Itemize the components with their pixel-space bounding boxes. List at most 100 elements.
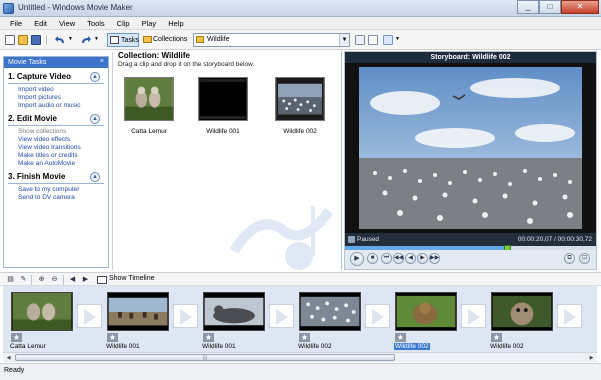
storyboard-clip[interactable]: ★ Catta Lemur <box>7 290 77 350</box>
chevron-down-icon[interactable]: ▼ <box>339 34 349 46</box>
new-project-icon[interactable] <box>5 35 15 45</box>
menu-file[interactable]: File <box>4 17 28 29</box>
effect-star-icon[interactable]: ★ <box>203 333 214 342</box>
menu-clip[interactable]: Clip <box>111 17 136 29</box>
save-project-icon[interactable] <box>31 35 41 45</box>
redo-dropdown-icon[interactable]: ▼ <box>94 33 99 47</box>
undo-dropdown-icon[interactable]: ▼ <box>68 33 73 47</box>
import-pictures-link[interactable]: Import pictures <box>8 94 108 102</box>
collection-select[interactable]: Wildlife ▼ <box>193 33 350 47</box>
send-to-dv-camera-link[interactable]: Send to DV camera <box>8 194 108 202</box>
storyboard-clip[interactable]: ★ Wildlife 002 <box>487 290 557 350</box>
storyboard-clip[interactable]: ★ Wildlife 001 <box>199 290 269 350</box>
collapse-chevron-icon[interactable]: ▲ <box>90 172 100 182</box>
view-video-transitions-link[interactable]: View video transitions <box>8 144 108 152</box>
collection-title: Collection: Wildlife <box>118 51 190 60</box>
save-to-computer-link[interactable]: Save to my computer <box>8 186 108 194</box>
transition-slot[interactable] <box>461 304 486 328</box>
menu-bar: File Edit View Tools Clip Play Help <box>0 17 601 30</box>
storyboard-clip[interactable]: ★ Wildlife 002 <box>295 290 365 350</box>
close-button[interactable]: ✕ <box>561 0 599 14</box>
effect-star-icon[interactable]: ★ <box>107 333 118 342</box>
maximize-button[interactable]: □ <box>539 0 561 14</box>
clip-label: Wildlife 002 <box>298 343 332 350</box>
effect-star-icon[interactable]: ★ <box>299 333 310 342</box>
movie-tasks-pane: Movie Tasks × 1. Capture Video ▲ Import … <box>3 56 109 268</box>
menu-help[interactable]: Help <box>162 17 189 29</box>
transition-slot[interactable] <box>557 304 582 328</box>
clip-thumbnail <box>299 292 361 331</box>
undo-icon[interactable] <box>54 35 66 45</box>
transition-slot[interactable] <box>173 304 198 328</box>
rewind-storyboard-icon[interactable]: ◀ <box>68 275 77 284</box>
tasks-button[interactable]: Tasks <box>107 33 139 47</box>
zoom-out-icon[interactable]: ⊖ <box>50 275 59 284</box>
scroll-left-icon[interactable]: ◀ <box>4 354 13 362</box>
clip-label: Wildlife 001 <box>206 128 240 135</box>
close-icon[interactable]: × <box>100 58 104 65</box>
effect-star-icon[interactable]: ★ <box>11 333 22 342</box>
rewind-button[interactable]: ⏮ <box>381 253 392 264</box>
menu-tools[interactable]: Tools <box>81 17 111 29</box>
take-picture-button[interactable]: ⊡ <box>579 253 590 264</box>
play-storyboard-icon[interactable]: ▶ <box>81 275 90 284</box>
scrollbar-thumb[interactable]: ||| <box>15 354 395 361</box>
step-forward-button[interactable]: ▶ <box>417 253 428 264</box>
transition-slot[interactable] <box>365 304 390 328</box>
transition-slot[interactable] <box>269 304 294 328</box>
clip-label: Catta Lemur <box>131 128 167 135</box>
import-audio-link[interactable]: Import audio or music <box>8 102 108 110</box>
up-folder-icon[interactable] <box>355 35 365 45</box>
zoom-in-icon[interactable]: ⊕ <box>37 275 46 284</box>
views-icon[interactable] <box>383 35 393 45</box>
make-titles-link[interactable]: Make titles or credits <box>8 152 108 160</box>
pane-splitter[interactable] <box>112 52 113 270</box>
timeline-icon[interactable] <box>97 276 107 284</box>
collapse-chevron-icon[interactable]: ▲ <box>90 72 100 82</box>
movie-maker-watermark-icon <box>229 206 334 270</box>
views-dropdown-icon[interactable]: ▼ <box>395 33 400 47</box>
play-button[interactable]: ▶ <box>350 252 364 266</box>
clip-catta-lemur[interactable]: Catta Lemur <box>121 77 177 137</box>
open-project-icon[interactable] <box>18 35 28 45</box>
finish-movie-section: 3. Finish Movie ▲ Save to my computer Se… <box>8 172 108 202</box>
collapse-chevron-icon[interactable]: ▲ <box>90 114 100 124</box>
menu-view[interactable]: View <box>53 17 81 29</box>
redo-icon[interactable] <box>80 35 92 45</box>
clip-label: Wildlife 002 <box>490 343 524 350</box>
next-frame-button[interactable]: ▶▶ <box>429 253 440 264</box>
storyboard-clip-selected[interactable]: ★ Wildlife 002 <box>391 290 461 350</box>
split-clip-button[interactable]: ⧉ <box>564 253 575 264</box>
playback-state: Paused <box>357 236 380 243</box>
window-title: Untitled - Windows Movie Maker <box>18 3 133 12</box>
step-back-button[interactable]: ◀ <box>405 253 416 264</box>
collections-button[interactable]: Collections <box>142 33 188 47</box>
storyboard-scrollbar[interactable]: ◀ ||| ▶ <box>3 352 597 362</box>
tasks-pane-title: Movie Tasks <box>8 59 47 66</box>
effect-star-icon[interactable]: ★ <box>395 333 406 342</box>
show-timeline-button[interactable]: Show Timeline <box>109 275 155 282</box>
import-video-link[interactable]: Import video <box>8 86 108 94</box>
view-video-effects-link[interactable]: View video effects <box>8 136 108 144</box>
clip-wildlife-001[interactable]: Wildlife 001 <box>195 77 251 137</box>
previous-frame-button[interactable]: ◀◀ <box>393 253 404 264</box>
effect-star-icon[interactable]: ★ <box>491 333 502 342</box>
show-collections-link[interactable]: Show collections <box>8 128 108 136</box>
menu-play[interactable]: Play <box>136 17 163 29</box>
make-automovie-link[interactable]: Make an AutoMovie <box>8 160 108 168</box>
set-audio-levels-icon[interactable]: ▤ <box>6 275 15 284</box>
clip-wildlife-002[interactable]: Wildlife 002 <box>272 77 328 137</box>
collection-select-value: Wildlife <box>207 36 230 43</box>
scroll-right-icon[interactable]: ▶ <box>587 354 596 362</box>
storyboard-clip[interactable]: ★ Wildlife 001 <box>103 290 173 350</box>
menu-edit[interactable]: Edit <box>28 17 53 29</box>
stop-button[interactable]: ■ <box>367 253 378 264</box>
new-collection-icon[interactable] <box>368 35 378 45</box>
transition-arrow-icon <box>276 309 288 325</box>
narrate-icon[interactable]: ✎ <box>19 275 28 284</box>
transition-slot[interactable] <box>77 304 102 328</box>
tasks-label: Tasks <box>121 37 139 44</box>
fullscreen-icon[interactable] <box>348 236 355 243</box>
minimize-button[interactable]: _ <box>517 0 539 14</box>
clip-label: Wildlife 001 <box>106 343 140 350</box>
